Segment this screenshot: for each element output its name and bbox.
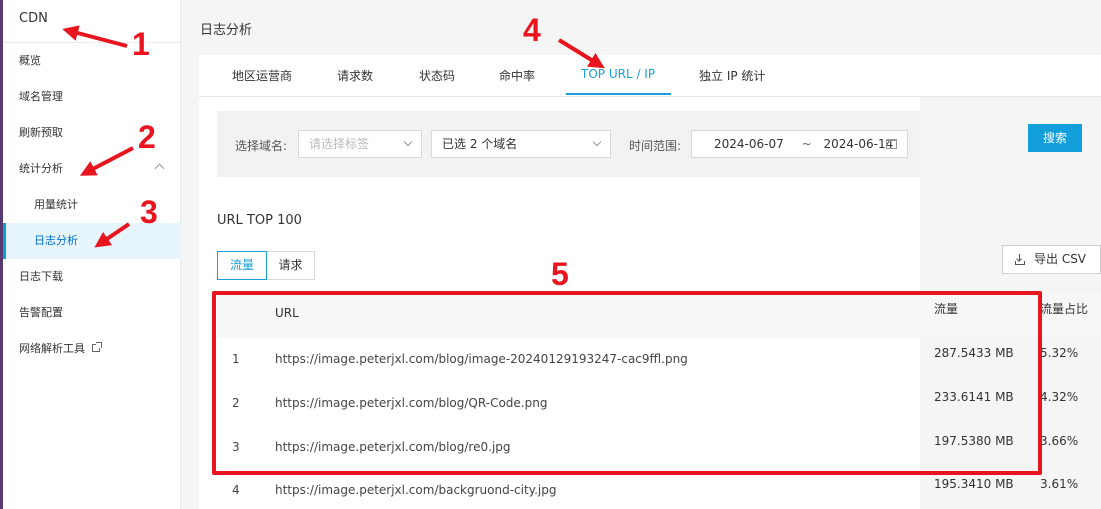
date-separator: ~ [801, 137, 812, 151]
tag-select-placeholder: 请选择标签 [309, 137, 370, 151]
row-url: https://image.peterjxl.com/blog/QR-Code.… [275, 396, 548, 410]
domain-select[interactable]: 已选 2 个域名 [431, 130, 611, 158]
domain-select-label: 选择域名: [235, 139, 288, 153]
date-range-picker[interactable]: 2024-06-07 ~ 2024-06-14 [691, 130, 908, 158]
page-title: 日志分析 [200, 23, 253, 38]
tab-bar: 地区运营商 请求数 状态码 命中率 TOP URL / IP 独立 IP 统计 [199, 55, 1101, 97]
chevron-down-icon [592, 137, 602, 147]
sidebar-item-label: 日志分析 [34, 234, 78, 247]
external-link-icon [91, 342, 102, 352]
row-index: 3 [232, 440, 240, 454]
column-header-share: 流量占比 [1040, 302, 1089, 316]
sidebar-item-label: 统计分析 [19, 162, 63, 175]
row-traffic: 197.5380 MB [934, 434, 1014, 448]
row-index: 4 [232, 483, 240, 497]
sidebar-item-label: 日志下载 [19, 270, 63, 283]
calendar-icon [886, 139, 897, 149]
tab-unique-ip[interactable]: 独立 IP 统计 [699, 67, 765, 84]
column-header-traffic: 流量 [934, 302, 959, 316]
export-csv-button[interactable]: 导出 CSV [1002, 245, 1101, 274]
end-date: 2024-06-14 [823, 137, 894, 151]
search-button[interactable]: 搜索 [1028, 124, 1082, 152]
row-url: https://image.peterjxl.com/blog/image-20… [275, 352, 688, 366]
row-share: 4.32% [1040, 390, 1079, 404]
start-date: 2024-06-07 [714, 137, 784, 151]
chevron-up-icon [154, 163, 165, 174]
column-header-url: URL [275, 306, 299, 320]
sidebar-item-label: 告警配置 [19, 306, 63, 319]
row-url: https://image.peterjxl.com/backgruond-ci… [275, 483, 557, 497]
sidebar-item-domain-management[interactable]: 域名管理 [3, 79, 181, 115]
chevron-down-icon [403, 137, 413, 147]
tab-status-code[interactable]: 状态码 [419, 67, 455, 84]
tab-region-isp[interactable]: 地区运营商 [232, 67, 292, 84]
toggle-requests[interactable]: 请求 [266, 251, 315, 280]
tab-top-url-ip[interactable]: TOP URL / IP [581, 67, 655, 81]
sidebar-item-statistics[interactable]: 统计分析 [3, 151, 181, 187]
row-index: 1 [232, 352, 240, 366]
download-icon [1015, 254, 1025, 265]
table-header [217, 292, 1101, 338]
sidebar-item-label: 概览 [19, 54, 41, 67]
annotation-number-4: 4 [523, 12, 541, 48]
section-title: URL TOP 100 [217, 213, 302, 228]
row-share: 3.66% [1040, 434, 1079, 448]
time-range-label: 时间范围: [629, 139, 682, 153]
sidebar-item-alert-config[interactable]: 告警配置 [3, 295, 181, 331]
row-index: 2 [232, 396, 240, 410]
sidebar-title: CDN [19, 11, 48, 26]
row-traffic: 287.5433 MB [934, 346, 1014, 360]
sidebar-item-label: 刷新预取 [19, 126, 63, 139]
sidebar-item-dns-tool[interactable]: 网络解析工具 [3, 331, 181, 367]
row-share: 5.32% [1040, 346, 1079, 360]
sidebar-item-label: 网络解析工具 [19, 342, 85, 355]
toggle-traffic[interactable]: 流量 [217, 251, 267, 280]
row-url: https://image.peterjxl.com/blog/re0.jpg [275, 440, 511, 454]
sidebar-item-label: 域名管理 [19, 90, 63, 103]
annotation-number-2: 2 [138, 119, 156, 155]
tab-requests[interactable]: 请求数 [337, 67, 373, 84]
active-tab-indicator [566, 93, 671, 95]
row-traffic: 233.6141 MB [934, 390, 1014, 404]
annotation-number-3: 3 [140, 194, 158, 230]
annotation-number-5: 5 [551, 256, 569, 292]
sidebar-item-overview[interactable]: 概览 [3, 43, 181, 79]
row-traffic: 195.3410 MB [934, 477, 1014, 491]
annotation-number-1: 1 [132, 26, 150, 62]
sidebar-item-log-download[interactable]: 日志下载 [3, 259, 181, 295]
export-csv-label: 导出 CSV [1034, 252, 1087, 266]
sidebar-item-label: 用量统计 [34, 198, 78, 211]
tag-select[interactable]: 请选择标签 [298, 130, 422, 158]
domain-select-value: 已选 2 个域名 [442, 137, 518, 151]
tab-hit-rate[interactable]: 命中率 [499, 67, 535, 84]
sidebar: CDN 概览 域名管理 刷新预取 统计分析 用量统计 日志分析 日志下载 告警配… [3, 0, 181, 509]
row-share: 3.61% [1040, 477, 1079, 491]
